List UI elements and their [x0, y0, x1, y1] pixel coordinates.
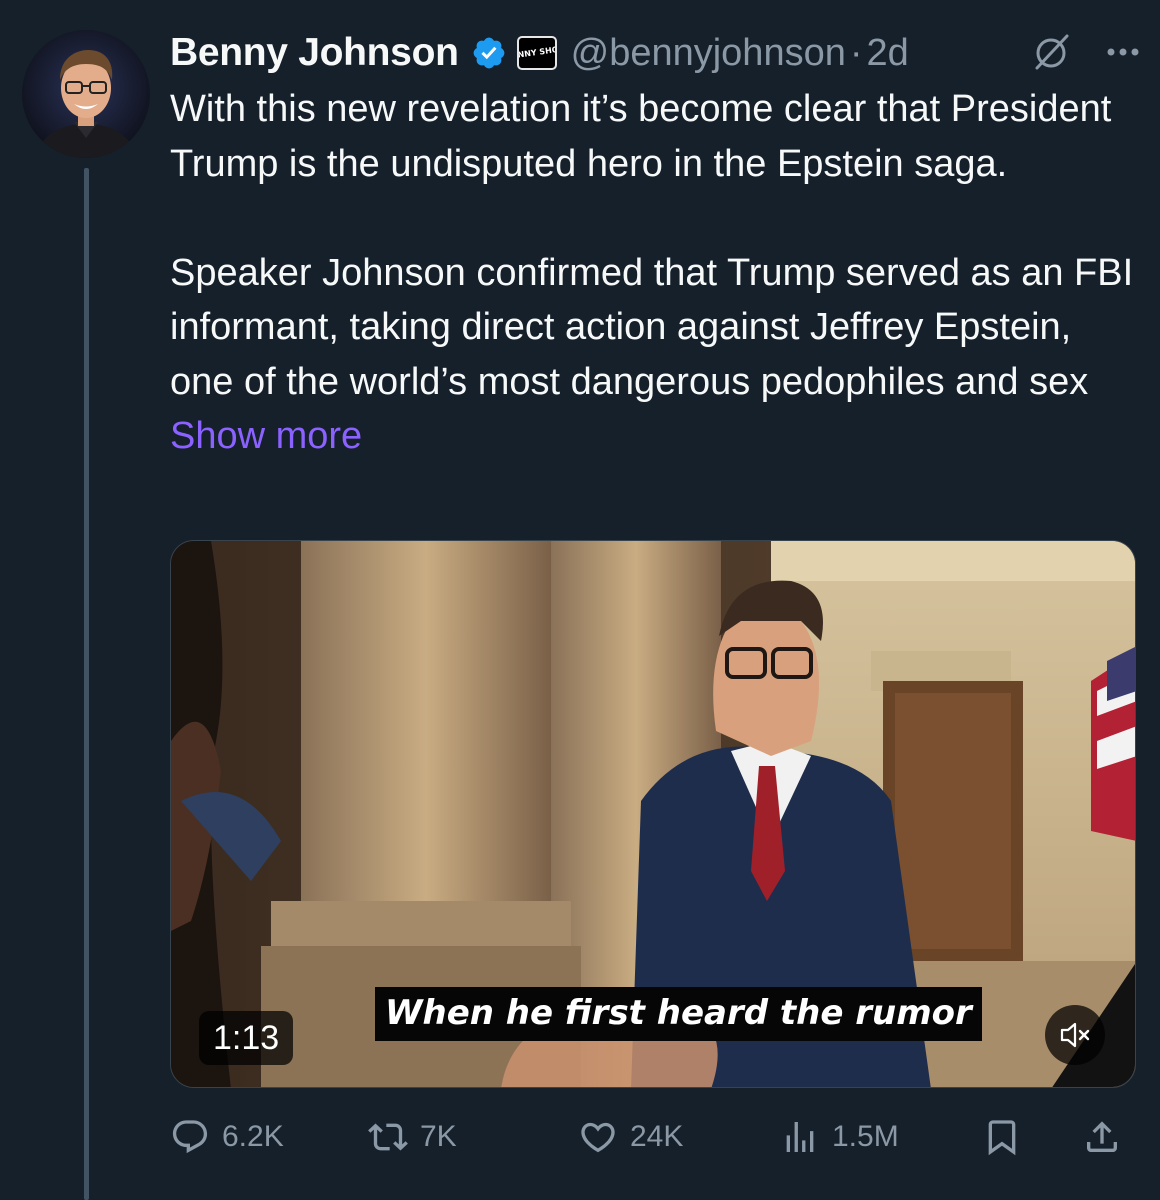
share-icon	[1087, 1121, 1117, 1152]
affiliate-badge-icon[interactable]: BENNY SHOW	[516, 36, 557, 70]
author-avatar[interactable]	[22, 30, 150, 158]
thread-line	[84, 168, 89, 1200]
tweet-body: With this new revelation it’s become cle…	[170, 88, 1134, 403]
verified-badge-icon[interactable]	[471, 35, 507, 71]
views-button[interactable]: 1.5M	[780, 1108, 899, 1166]
repost-button[interactable]: 7K	[368, 1108, 457, 1166]
tweet-timestamp[interactable]: 2d	[867, 32, 909, 75]
mute-button[interactable]	[1045, 1005, 1105, 1065]
like-count: 24K	[630, 1120, 684, 1153]
muted-speaker-icon	[1060, 1022, 1090, 1048]
repost-count: 7K	[420, 1120, 457, 1153]
show-more-link[interactable]: Show more	[170, 415, 362, 457]
repost-icon	[368, 1123, 408, 1151]
header-actions	[1029, 30, 1145, 74]
share-button[interactable]	[1082, 1108, 1122, 1166]
bookmark-button[interactable]	[982, 1108, 1022, 1166]
views-count: 1.5M	[832, 1120, 899, 1153]
reply-count: 6.2K	[222, 1120, 284, 1153]
separator-dot: ·	[849, 31, 863, 74]
more-options-icon[interactable]	[1101, 30, 1145, 74]
tweet[interactable]: Benny Johnson BENNY SHOW @bennyjohnson ·…	[0, 0, 1160, 1200]
video-caption: When he first heard the rumor	[375, 987, 982, 1041]
action-bar: 6.2K 7K 24K 1.5M	[170, 1108, 1136, 1166]
tweet-header: Benny Johnson BENNY SHOW @bennyjohnson ·…	[170, 26, 1145, 80]
video-duration: 1:13	[199, 1011, 294, 1065]
author-display-name[interactable]: Benny Johnson	[170, 31, 459, 75]
bookmark-icon	[988, 1120, 1016, 1156]
video-player[interactable]: When he first heard the rumor 1:13	[170, 540, 1136, 1088]
affiliate-badge-text: BENNY SHOW	[516, 43, 557, 62]
reply-button[interactable]: 6.2K	[170, 1108, 284, 1166]
author-handle[interactable]: @bennyjohnson	[571, 32, 846, 75]
views-chart-icon	[786, 1122, 814, 1152]
like-button[interactable]: 24K	[578, 1108, 683, 1166]
reply-icon	[172, 1120, 208, 1154]
tweet-text: With this new revelation it’s become cle…	[170, 82, 1145, 464]
heart-icon	[581, 1122, 615, 1153]
grok-icon[interactable]	[1029, 30, 1073, 74]
